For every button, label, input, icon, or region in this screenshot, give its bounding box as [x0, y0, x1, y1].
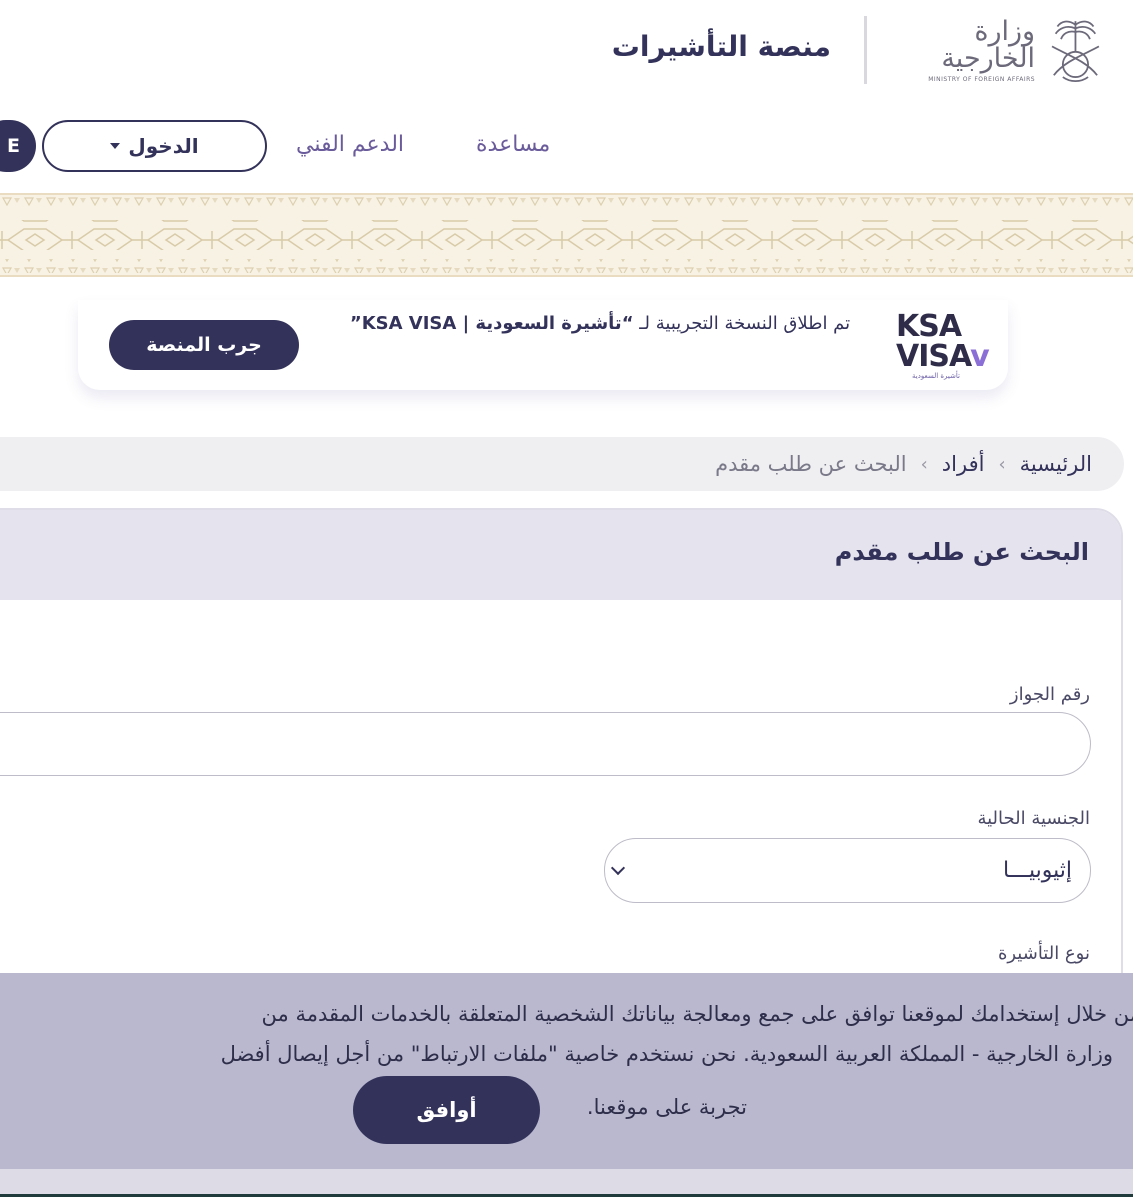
ministry-name-ar: وزارة الخارجية — [941, 15, 1036, 74]
nationality-label: الجنسية الحالية — [977, 808, 1090, 829]
cookie-text-line1: من خلال إستخدامك لموقعنا توافق على جمع و… — [261, 1002, 1133, 1026]
chevron-left-icon: ‹ — [998, 453, 1006, 475]
ksa-visa-logo: KSA VISAv تأشيرة السعودية — [896, 309, 990, 381]
ministry-logo[interactable]: وزارة الخارجية MINISTRY OF FOREIGN AFFAI… — [888, 10, 1108, 90]
breadcrumb-individuals[interactable]: أفراد — [942, 452, 985, 476]
login-dropdown-button[interactable]: الدخول — [42, 120, 267, 172]
cookie-text-line2: وزارة الخارجية - المملكة العربية السعودي… — [220, 1042, 1113, 1066]
breadcrumb: الرئيسية ‹ أفراد ‹ البحث عن طلب مقدم — [0, 437, 1124, 491]
announcement-text: تم اطلاق النسخة التجريبية لـ “تأشيرة الس… — [349, 313, 851, 334]
ksa-logo-line1: KSA — [896, 309, 962, 344]
language-toggle-button[interactable]: E — [0, 120, 36, 172]
caret-down-icon — [110, 143, 121, 149]
passport-number-input[interactable] — [0, 712, 1091, 776]
ministry-name-en: MINISTRY OF FOREIGN AFFAIRS — [928, 75, 1036, 83]
platform-title: منصة التأشيرات — [611, 30, 831, 63]
nav-help-link[interactable]: مساعدة — [476, 132, 550, 157]
cookie-agree-button[interactable]: أوافق — [353, 1076, 540, 1144]
language-label: E — [7, 135, 20, 157]
header-divider — [864, 16, 867, 84]
passport-number-label: رقم الجواز — [1009, 684, 1090, 705]
nationality-select[interactable]: إثيوبيـــا — [604, 838, 1091, 903]
breadcrumb-current: البحث عن طلب مقدم — [715, 452, 907, 476]
nav-support-link[interactable]: الدعم الفني — [296, 132, 404, 157]
breadcrumb-home[interactable]: الرئيسية — [1020, 452, 1092, 476]
cookie-text-line3: تجربة على موقعنا. — [586, 1095, 747, 1119]
login-label: الدخول — [128, 134, 199, 158]
chevron-left-icon: ‹ — [920, 453, 928, 475]
chevron-down-icon — [610, 860, 626, 875]
nationality-selected-value: إثيوبيـــا — [1002, 858, 1072, 883]
card-title: البحث عن طلب مقدم — [834, 538, 1089, 566]
decorative-ornament-band — [0, 193, 1133, 277]
page-bottom-strip — [0, 1169, 1133, 1197]
ksa-logo-line2: VISAv — [896, 339, 990, 374]
saudi-emblem-icon — [1051, 20, 1100, 83]
visa-type-label: نوع التأشيرة — [997, 943, 1090, 964]
try-platform-button[interactable]: جرب المنصة — [109, 320, 299, 370]
